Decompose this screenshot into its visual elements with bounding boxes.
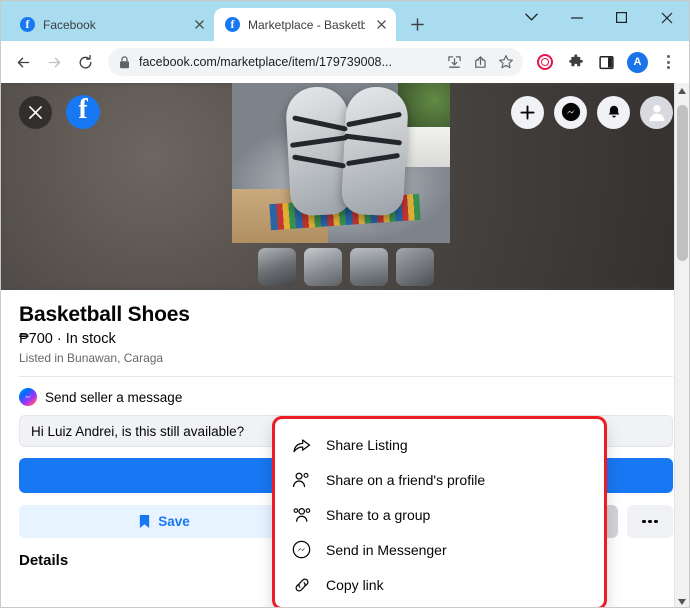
facebook-favicon: f — [225, 17, 240, 32]
share-menu-item-share-to-a-group[interactable]: Share to a group — [275, 497, 604, 532]
tab-search-chevron-icon[interactable] — [509, 1, 554, 34]
browser-tab-facebook[interactable]: f Facebook — [9, 8, 214, 41]
overlay-top-bar: f — [1, 83, 690, 141]
share-menu-item-share-listing[interactable]: Share Listing — [275, 427, 604, 462]
share-dropdown-menu: Share Listing Share on a friend's profil… — [275, 419, 604, 607]
three-dot-menu-icon[interactable] — [654, 48, 683, 77]
forward-arrow-icon[interactable] — [40, 48, 69, 77]
save-button[interactable]: Save — [19, 505, 309, 538]
messenger-icon[interactable] — [554, 96, 587, 129]
facebook-favicon: f — [20, 17, 35, 32]
price-and-stock: ₱700 · In stock — [19, 331, 673, 347]
send-seller-message-header: Send seller a message — [19, 388, 673, 406]
photo-thumbnail[interactable] — [396, 248, 434, 286]
photo-thumbnail[interactable] — [304, 248, 342, 286]
browser-window: f Facebook f Marketplace - Basketball Sh — [0, 0, 690, 608]
share-menu-item-send-in-messenger[interactable]: Send in Messenger — [275, 532, 604, 567]
reload-icon[interactable] — [71, 48, 100, 77]
scrollbar-thumb[interactable] — [677, 105, 688, 261]
omnibox-icons — [441, 49, 519, 75]
listing-details: Basketball Shoes ₱700 · In stock Listed … — [1, 290, 690, 377]
bookmark-star-icon[interactable] — [493, 49, 519, 75]
bookmark-icon — [138, 514, 151, 529]
page-scrollbar[interactable] — [674, 83, 689, 608]
overlay-actions — [511, 96, 673, 129]
puzzle-extension-icon[interactable] — [561, 48, 590, 77]
create-icon[interactable] — [511, 96, 544, 129]
minimize-button[interactable] — [554, 1, 599, 34]
tab-strip: f Facebook f Marketplace - Basketball Sh — [1, 1, 689, 41]
window-controls — [509, 1, 689, 34]
messenger-icon — [19, 388, 37, 406]
red-circle-extension-icon[interactable] — [530, 48, 559, 77]
profile-avatar[interactable]: A — [623, 48, 652, 77]
more-options-button[interactable] — [627, 505, 673, 538]
lock-icon — [119, 56, 130, 69]
page-title: Basketball Shoes — [19, 302, 673, 327]
photo-thumbnail[interactable] — [258, 248, 296, 286]
share-menu-item-label: Share Listing — [326, 437, 408, 453]
share-menu-item-label: Share on a friend's profile — [326, 472, 485, 488]
photo-thumbnail[interactable] — [350, 248, 388, 286]
address-bar[interactable]: facebook.com/marketplace/item/179739008.… — [108, 48, 523, 76]
new-tab-button[interactable] — [403, 10, 431, 38]
browser-toolbar: facebook.com/marketplace/item/179739008.… — [1, 41, 689, 83]
close-icon[interactable] — [19, 96, 52, 129]
scroll-down-arrow-icon[interactable] — [675, 594, 689, 608]
account-avatar-icon[interactable] — [640, 96, 673, 129]
close-icon[interactable] — [191, 16, 208, 33]
bell-icon[interactable] — [597, 96, 630, 129]
ellipsis-icon — [642, 520, 657, 523]
close-icon[interactable] — [373, 16, 390, 33]
listing-photo-area: f — [1, 83, 690, 290]
share-menu-item-label: Share to a group — [326, 507, 430, 523]
link-icon — [291, 576, 312, 594]
photo-thumbnail-strip — [1, 243, 690, 290]
page-viewport: f — [1, 83, 690, 607]
avatar: A — [627, 52, 648, 73]
scroll-up-arrow-icon[interactable] — [675, 83, 689, 98]
share-menu-item-share-on-friends-profile[interactable]: Share on a friend's profile — [275, 462, 604, 497]
share-menu-item-label: Copy link — [326, 577, 384, 593]
three-people-icon — [291, 507, 312, 523]
url-text: facebook.com/marketplace/item/179739008.… — [139, 55, 441, 69]
tab-title: Marketplace - Basketball Sh — [248, 18, 365, 32]
listing-location: Listed in Bunawan, Caraga — [19, 351, 673, 365]
send-seller-message-label: Send seller a message — [45, 390, 182, 405]
tab-title: Facebook — [43, 18, 183, 32]
install-icon[interactable] — [441, 49, 467, 75]
messenger-icon — [291, 540, 312, 559]
facebook-logo[interactable]: f — [66, 95, 100, 129]
share-menu-item-copy-link[interactable]: Copy link — [275, 567, 604, 602]
save-label: Save — [158, 514, 190, 529]
share-menu-item-label: Send in Messenger — [326, 542, 447, 558]
close-window-button[interactable] — [644, 1, 689, 34]
share-arrow-icon — [291, 437, 312, 453]
side-panel-icon[interactable] — [592, 48, 621, 77]
maximize-button[interactable] — [599, 1, 644, 34]
back-arrow-icon[interactable] — [9, 48, 38, 77]
share-icon[interactable] — [467, 49, 493, 75]
two-people-icon — [291, 472, 312, 488]
browser-tab-marketplace[interactable]: f Marketplace - Basketball Sh — [214, 8, 396, 41]
